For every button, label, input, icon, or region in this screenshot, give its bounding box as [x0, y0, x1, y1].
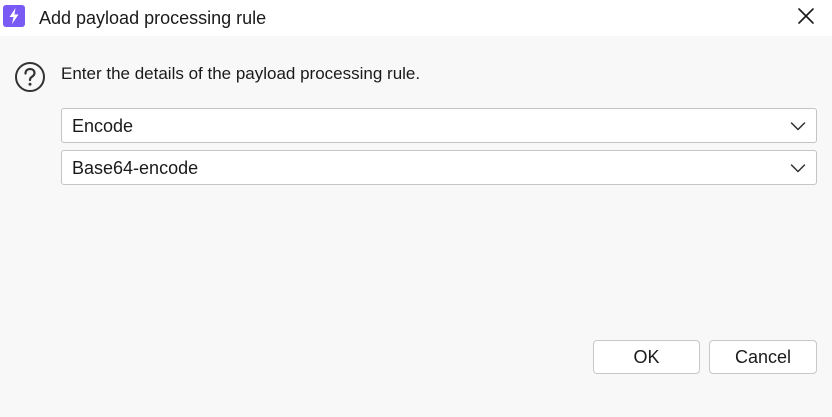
dialog-window: Add payload processing rule Enter the de…	[0, 0, 832, 417]
close-icon	[798, 8, 814, 24]
lightning-bolt-icon	[3, 5, 25, 27]
cancel-button[interactable]: Cancel	[709, 340, 817, 374]
title-bar: Add payload processing rule	[0, 0, 832, 36]
chevron-down-icon	[790, 164, 806, 173]
rule-option-value: Base64-encode	[72, 158, 199, 178]
ok-button[interactable]: OK	[593, 340, 700, 374]
rule-option-select[interactable]: Base64-encode	[61, 150, 817, 185]
close-button[interactable]	[788, 0, 824, 32]
window-title: Add payload processing rule	[39, 8, 267, 28]
rule-type-select[interactable]: Encode	[61, 108, 817, 143]
rule-type-value: Encode	[72, 116, 134, 136]
chevron-down-icon	[790, 122, 806, 131]
dialog-prompt: Enter the details of the payload process…	[61, 64, 421, 83]
question-circle-icon	[14, 61, 46, 93]
